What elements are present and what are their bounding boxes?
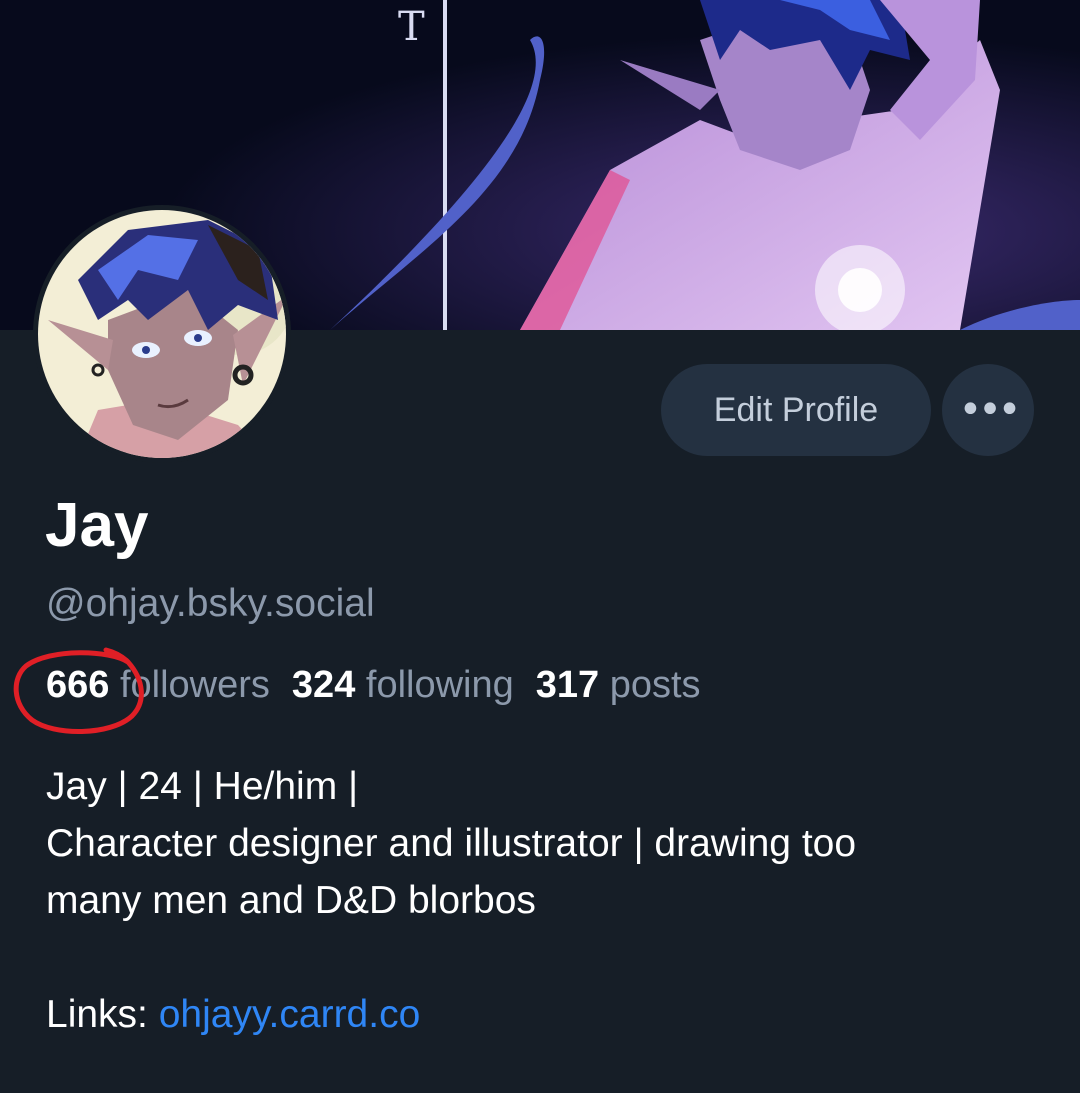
- more-options-button[interactable]: •••: [942, 364, 1034, 456]
- following-count: 324: [291, 664, 356, 706]
- following-label: following: [365, 664, 514, 706]
- svg-text:T: T: [398, 4, 425, 50]
- edit-profile-button[interactable]: Edit Profile: [661, 364, 931, 456]
- avatar-image: [38, 210, 286, 458]
- followers-label: followers: [119, 664, 270, 706]
- bio-line: Character designer and illustrator | dra…: [46, 822, 857, 865]
- ellipsis-icon: •••: [958, 387, 1022, 433]
- posts-stat: 317 posts: [536, 664, 701, 706]
- followers-count: 666: [46, 664, 110, 706]
- bio-line: many men and D&D blorbos: [46, 879, 536, 922]
- bio-line: Jay | 24 | He/him |: [46, 765, 359, 808]
- avatar[interactable]: [33, 205, 291, 463]
- posts-count: 317: [535, 664, 600, 706]
- bio-link[interactable]: ohjayy.carrd.co: [159, 993, 421, 1036]
- followers-stat[interactable]: 666 followers: [46, 664, 270, 706]
- profile-bio: Jay | 24 | He/him | Character designer a…: [46, 758, 1046, 1043]
- following-stat[interactable]: 324 following: [292, 664, 514, 706]
- profile-stats: 666 followers 324 following 317 posts: [46, 664, 701, 707]
- bio-links: Links: ohjayy.carrd.co: [46, 986, 1046, 1043]
- posts-label: posts: [609, 664, 701, 706]
- handle: @ohjay.bsky.social: [46, 582, 375, 625]
- links-label: Links:: [46, 993, 159, 1036]
- display-name: Jay: [45, 491, 149, 560]
